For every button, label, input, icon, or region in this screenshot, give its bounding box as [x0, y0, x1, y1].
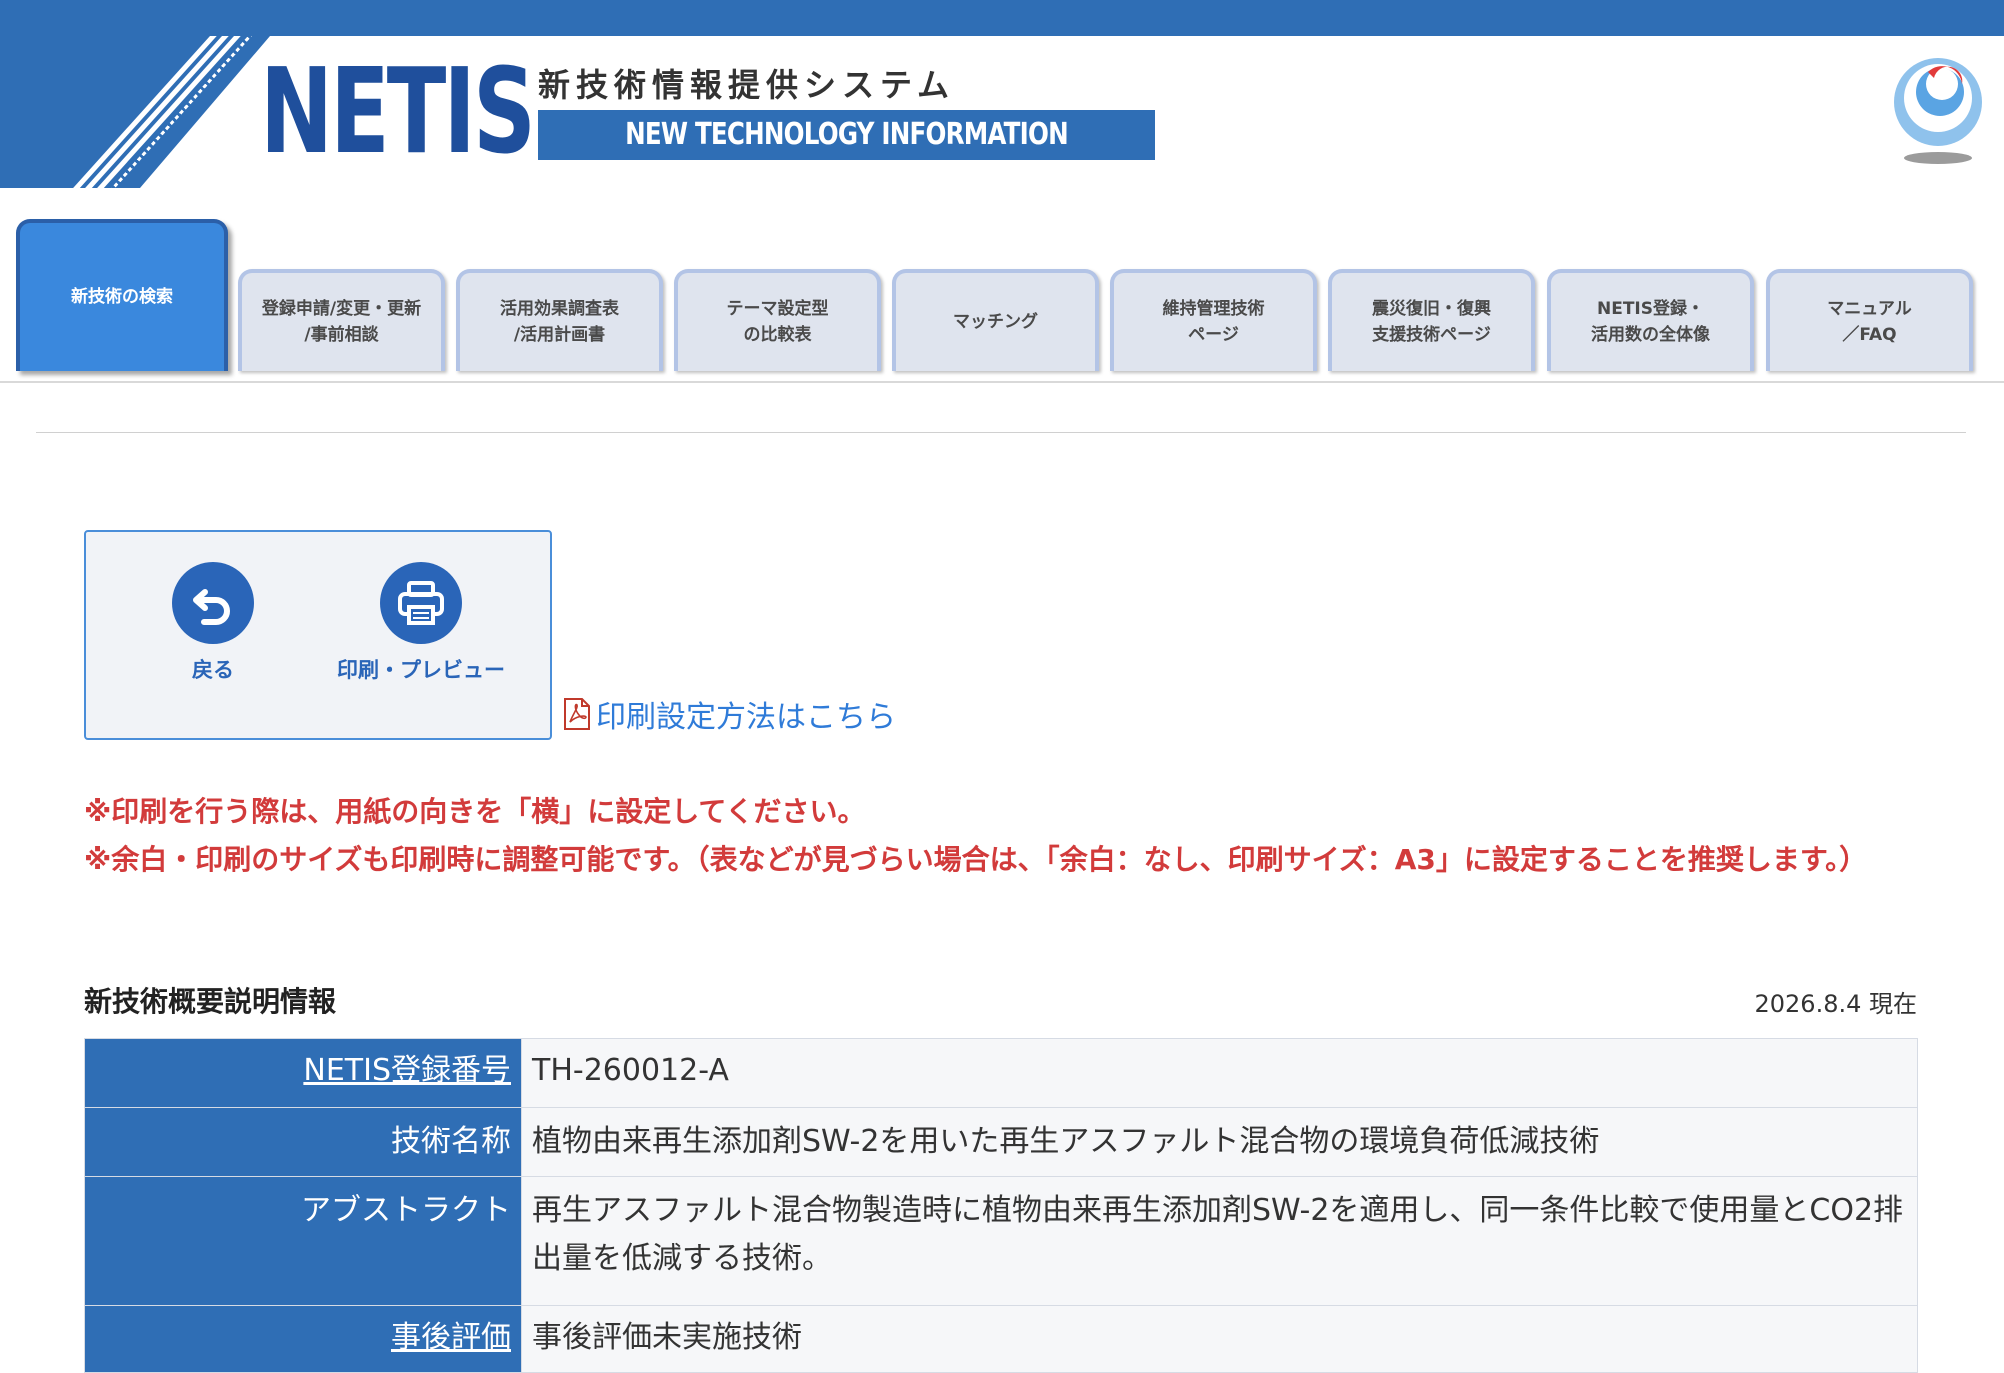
tab-registration[interactable]: 登録申請/変更・更新 /事前相談: [238, 269, 445, 371]
back-arrow-icon: [172, 562, 254, 644]
tab-maintenance[interactable]: 維持管理技術 ページ: [1110, 269, 1317, 371]
netis-logo[interactable]: NETIS: [260, 52, 536, 170]
system-name-jp: 新技術情報提供システム: [538, 66, 956, 104]
print-notes: ※印刷を行う際は、用紙の向きを「横」に設定してください。 ※余白・印刷のサイズも…: [84, 788, 1924, 884]
section-title: 新技術概要説明情報: [84, 985, 337, 1018]
table-value-cell: 植物由来再生添加剤SW-2を用いた再生アスファルト混合物の環境負荷低減技術: [521, 1107, 1918, 1177]
content-divider: [36, 432, 1966, 433]
table-value-cell: 事後評価未実施技術: [521, 1305, 1918, 1373]
table-header-cell: アブストラクト: [84, 1176, 522, 1306]
tab-survey[interactable]: 活用効果調査表 /活用計画書: [456, 269, 663, 371]
table-row: 事後評価 事後評価未実施技術: [84, 1305, 1918, 1373]
print-settings-link-text[interactable]: 印刷設定方法はこちら: [596, 692, 896, 736]
back-button[interactable]: 戻る: [168, 562, 258, 684]
tab-matching[interactable]: マッチング: [892, 269, 1099, 371]
print-preview-label: 印刷・プレビュー: [337, 658, 505, 682]
system-name-en: NEW TECHNOLOGY INFORMATION SYSTEM: [538, 110, 1155, 202]
back-label: 戻る: [192, 658, 234, 682]
action-box: 戻る 印刷・プレビュー: [84, 530, 552, 740]
print-note-orientation: ※印刷を行う際は、用紙の向きを「横」に設定してください。: [84, 795, 866, 828]
netis-number-link[interactable]: NETIS登録番号: [303, 1053, 511, 1088]
table-row: 技術名称 植物由来再生添加剤SW-2を用いた再生アスファルト混合物の環境負荷低減…: [84, 1107, 1918, 1177]
table-row: アブストラクト 再生アスファルト混合物製造時に植物由来再生添加剤SW-2を適用し…: [84, 1176, 1918, 1306]
ministry-emblem-icon: [1894, 58, 1982, 164]
print-note-size: ※余白・印刷のサイズも印刷時に調整可能です。（表などが見づらい場合は、「余白：な…: [84, 843, 1868, 876]
section-date: 2026.8.4 現在: [1754, 990, 1917, 1018]
tabs-divider: [0, 381, 2004, 383]
tab-manual-faq[interactable]: マニュアル ／FAQ: [1766, 269, 1973, 371]
technology-info-table: NETIS登録番号 TH-260012-A 技術名称 植物由来再生添加剤SW-2…: [84, 1038, 1918, 1373]
tab-comparison[interactable]: テーマ設定型 の比較表: [674, 269, 881, 371]
post-evaluation-link[interactable]: 事後評価: [391, 1320, 511, 1355]
tab-disaster-recovery[interactable]: 震災復旧・復興 支援技術ページ: [1328, 269, 1535, 371]
table-value-cell: 再生アスファルト混合物製造時に植物由来再生添加剤SW-2を適用し、同一条件比較で…: [521, 1176, 1918, 1306]
table-row: NETIS登録番号 TH-260012-A: [84, 1038, 1918, 1108]
pdf-icon: [564, 698, 590, 730]
table-header-cell: 技術名称: [84, 1107, 522, 1177]
table-value-cell: TH-260012-A: [521, 1038, 1918, 1108]
header-top-bar: [0, 0, 2004, 36]
main-nav-tabs: 新技術の検索 登録申請/変更・更新 /事前相談 活用効果調査表 /活用計画書 テ…: [0, 215, 2004, 375]
table-header-cell: NETIS登録番号: [84, 1038, 522, 1108]
printer-icon: [380, 562, 462, 644]
tab-search[interactable]: 新技術の検索: [16, 219, 228, 371]
tab-netis-overview[interactable]: NETIS登録・ 活用数の全体像: [1547, 269, 1754, 371]
print-settings-link[interactable]: 印刷設定方法はこちら: [562, 692, 896, 736]
print-preview-button[interactable]: 印刷・プレビュー: [321, 562, 521, 684]
header-stripe-decoration: [0, 36, 270, 188]
table-header-cell: 事後評価: [84, 1305, 522, 1373]
